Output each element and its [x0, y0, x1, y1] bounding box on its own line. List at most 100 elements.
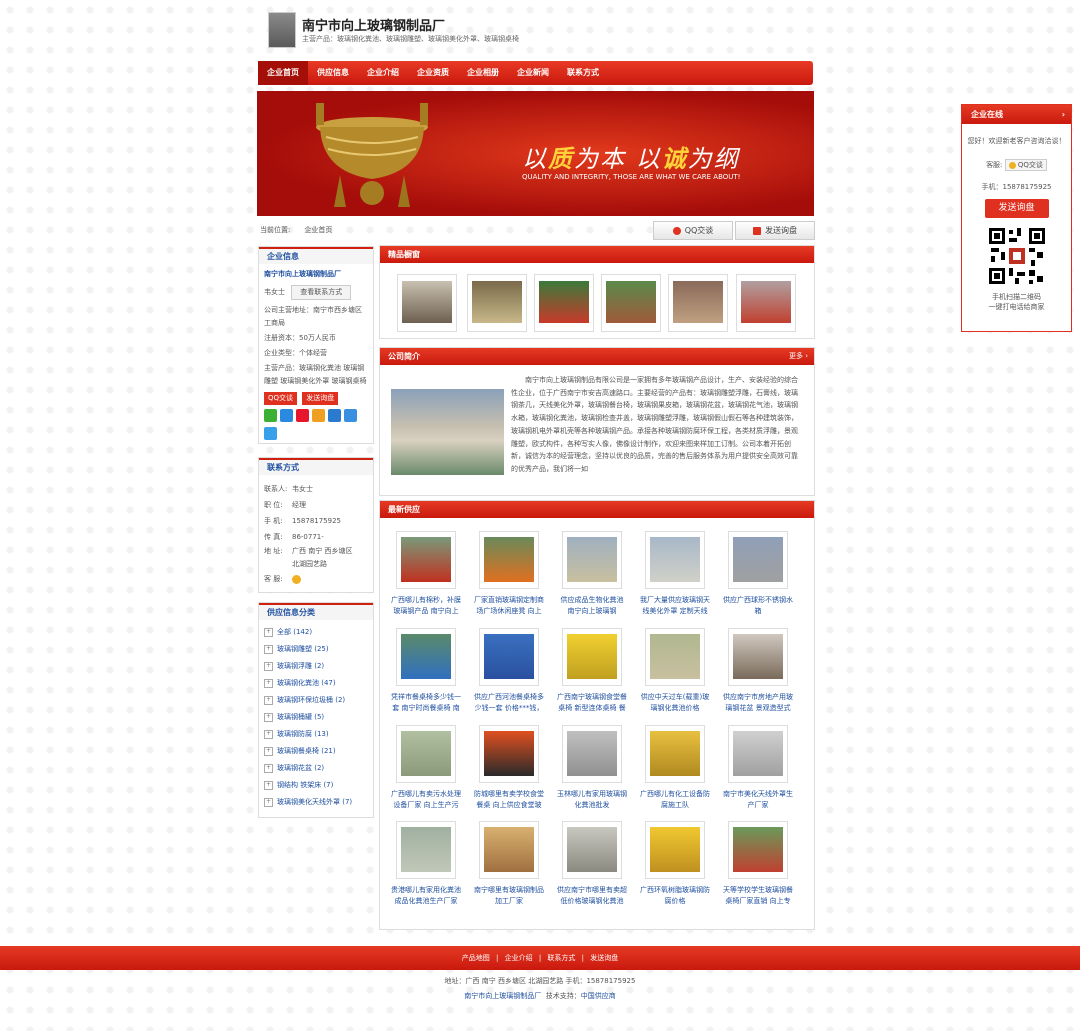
more-share-icon[interactable]	[264, 427, 277, 440]
company-inquiry-button[interactable]: 发送询盘	[302, 392, 339, 405]
product-image[interactable]	[645, 821, 705, 879]
nav-album[interactable]: 企业相册	[458, 61, 508, 85]
footer-company-link[interactable]: 南宁市向上玻璃钢制品厂	[464, 992, 541, 1000]
expand-icon[interactable]: +	[264, 661, 273, 671]
product-item[interactable]: 供应广西河池餐桌椅多少钱一套 价格***钱，质量	[473, 628, 545, 714]
online-qq-button[interactable]: QQ交谈	[1004, 159, 1047, 171]
product-image[interactable]	[479, 821, 539, 879]
product-item[interactable]: 防城哪里有卖学校食堂餐桌 向上供应食堂玻璃	[473, 725, 545, 811]
category-item[interactable]: + 玻璃钢桶罐 (5)	[259, 709, 373, 726]
product-image[interactable]	[645, 531, 705, 589]
category-item[interactable]: + 玻璃钢雕塑 (25)	[259, 641, 373, 658]
product-image[interactable]	[396, 628, 456, 686]
expand-icon[interactable]: +	[264, 627, 273, 637]
featured-thumb[interactable]	[534, 274, 594, 332]
product-image[interactable]	[728, 725, 788, 783]
nav-news[interactable]: 企业新闻	[508, 61, 558, 85]
featured-thumb[interactable]	[397, 274, 457, 332]
product-item[interactable]: 供应中天过车(载重)玻璃钢化粪池价格	[639, 628, 711, 714]
category-item[interactable]: + 玻璃钢浮雕 (2)	[259, 658, 373, 675]
expand-icon[interactable]: +	[264, 712, 273, 722]
product-item[interactable]: 天等学校学生玻璃钢餐桌椅厂家直销 向上专供可	[722, 821, 794, 907]
product-image[interactable]	[396, 821, 456, 879]
expand-icon[interactable]: +	[264, 763, 273, 773]
featured-thumb[interactable]	[668, 274, 728, 332]
nav-home[interactable]: 企业首页	[258, 61, 308, 85]
collapse-icon[interactable]: ›	[1062, 105, 1065, 124]
qzone-icon[interactable]	[312, 409, 325, 422]
footer-link-about[interactable]: 企业介绍	[505, 954, 533, 962]
featured-thumb[interactable]	[601, 274, 661, 332]
qq-chat-button[interactable]: QQ交谈	[653, 221, 733, 240]
product-image[interactable]	[396, 531, 456, 589]
product-image[interactable]	[562, 821, 622, 879]
category-item[interactable]: + 玻璃钢化粪池 (47)	[259, 675, 373, 692]
category-item[interactable]: + 玻璃钢美化天线外罩 (7)	[259, 794, 373, 811]
product-item[interactable]: 凭祥市餐桌椅多少钱一套 南宁时尚餐桌椅 南宁向	[390, 628, 462, 714]
product-item[interactable]: 供应南宁市房地产用玻璃钢花盆 景观造型式花盆	[722, 628, 794, 714]
footer-link-map[interactable]: 产品地图	[462, 954, 490, 962]
product-item[interactable]: 广西哪儿有棉秒，补膜玻璃钢产品 南宁向上玻璃	[390, 531, 462, 617]
company-name[interactable]: 南宁市向上玻璃钢制品厂	[302, 15, 445, 34]
online-inquiry-button[interactable]: 发送询盘	[984, 199, 1049, 218]
company-qq-button[interactable]: QQ交谈	[264, 392, 298, 405]
product-image[interactable]	[562, 628, 622, 686]
product-item[interactable]: 厂家直销玻璃钢定制商场广场休闲座凳 向上玻璃	[473, 531, 545, 617]
product-image[interactable]	[728, 821, 788, 879]
product-item[interactable]: 玉林哪儿有家用玻璃钢化粪池批发	[556, 725, 628, 811]
product-image[interactable]	[562, 725, 622, 783]
product-item[interactable]: 南宁哪里有玻璃钢制品加工厂家	[473, 821, 545, 907]
product-item[interactable]: 供应南宁市哪里有卖超低价格玻璃钢化粪池	[556, 821, 628, 907]
send-inquiry-button[interactable]: 发送询盘	[735, 221, 815, 240]
nav-qualification[interactable]: 企业资质	[408, 61, 458, 85]
product-item[interactable]: 供应广西球形不锈钢水箱	[722, 531, 794, 617]
renren-icon[interactable]	[344, 409, 357, 422]
company-info-name[interactable]: 南宁市向上玻璃钢制品厂	[259, 264, 373, 283]
footer-link-contact[interactable]: 联系方式	[547, 954, 575, 962]
product-image[interactable]	[562, 531, 622, 589]
category-item[interactable]: + 玻璃钢花盆 (2)	[259, 760, 373, 777]
featured-thumb[interactable]	[736, 274, 796, 332]
expand-icon[interactable]: +	[264, 729, 273, 739]
product-image[interactable]	[645, 725, 705, 783]
weibo-icon[interactable]	[296, 409, 309, 422]
product-item[interactable]: 贵港哪儿有家用化粪池成品化粪池生产厂家 向	[390, 821, 462, 907]
featured-thumb[interactable]	[467, 274, 527, 332]
category-item[interactable]: + 钢结构 铁架床 (7)	[259, 777, 373, 794]
expand-icon[interactable]: +	[264, 780, 273, 790]
product-item[interactable]: 南宁市美化天线外罩生产厂家	[722, 725, 794, 811]
product-item[interactable]: 广西环氧树脂玻璃钢防腐价格	[639, 821, 711, 907]
product-item[interactable]: 广西哪儿有化工设备防腐施工队	[639, 725, 711, 811]
product-image[interactable]	[479, 628, 539, 686]
view-contact-button[interactable]: 查看联系方式	[291, 285, 352, 300]
wechat-icon[interactable]	[264, 409, 277, 422]
expand-icon[interactable]: +	[264, 678, 273, 688]
product-item[interactable]: 广西哪儿有卖污水处理设备厂家 向上生产污水设	[390, 725, 462, 811]
product-image[interactable]	[728, 531, 788, 589]
tencent-weibo-icon[interactable]	[328, 409, 341, 422]
product-image[interactable]	[479, 725, 539, 783]
category-item[interactable]: + 玻璃钢餐桌椅 (21)	[259, 743, 373, 760]
expand-icon[interactable]: +	[264, 644, 273, 654]
footer-support-link[interactable]: 中国供应商	[581, 992, 616, 1000]
intro-more-link[interactable]: 更多 ›	[789, 348, 808, 365]
expand-icon[interactable]: +	[264, 797, 273, 807]
expand-icon[interactable]: +	[264, 695, 273, 705]
category-item[interactable]: + 全部 (142)	[259, 624, 373, 641]
nav-supply[interactable]: 供应信息	[308, 61, 358, 85]
category-item[interactable]: + 玻璃钢防腐 (13)	[259, 726, 373, 743]
qq-share-icon[interactable]	[280, 409, 293, 422]
product-image[interactable]	[479, 531, 539, 589]
qq-service-icon[interactable]	[292, 574, 301, 584]
footer-link-inquiry[interactable]: 发送询盘	[590, 954, 618, 962]
product-image[interactable]	[728, 628, 788, 686]
nav-contact[interactable]: 联系方式	[558, 61, 608, 85]
product-item[interactable]: 广西南宁玻璃钢食堂餐桌椅 新型连体桌椅 餐厅餐	[556, 628, 628, 714]
expand-icon[interactable]: +	[264, 746, 273, 756]
category-item[interactable]: + 玻璃钢环保垃圾桶 (2)	[259, 692, 373, 709]
product-image[interactable]	[645, 628, 705, 686]
nav-about[interactable]: 企业介绍	[358, 61, 408, 85]
product-item[interactable]: 供应成品生物化粪池 南宁向上玻璃钢	[556, 531, 628, 617]
breadcrumb-current[interactable]: 企业首页	[304, 226, 332, 234]
product-item[interactable]: 我厂大量供应玻璃钢天线美化外罩 定制天线外罩	[639, 531, 711, 617]
